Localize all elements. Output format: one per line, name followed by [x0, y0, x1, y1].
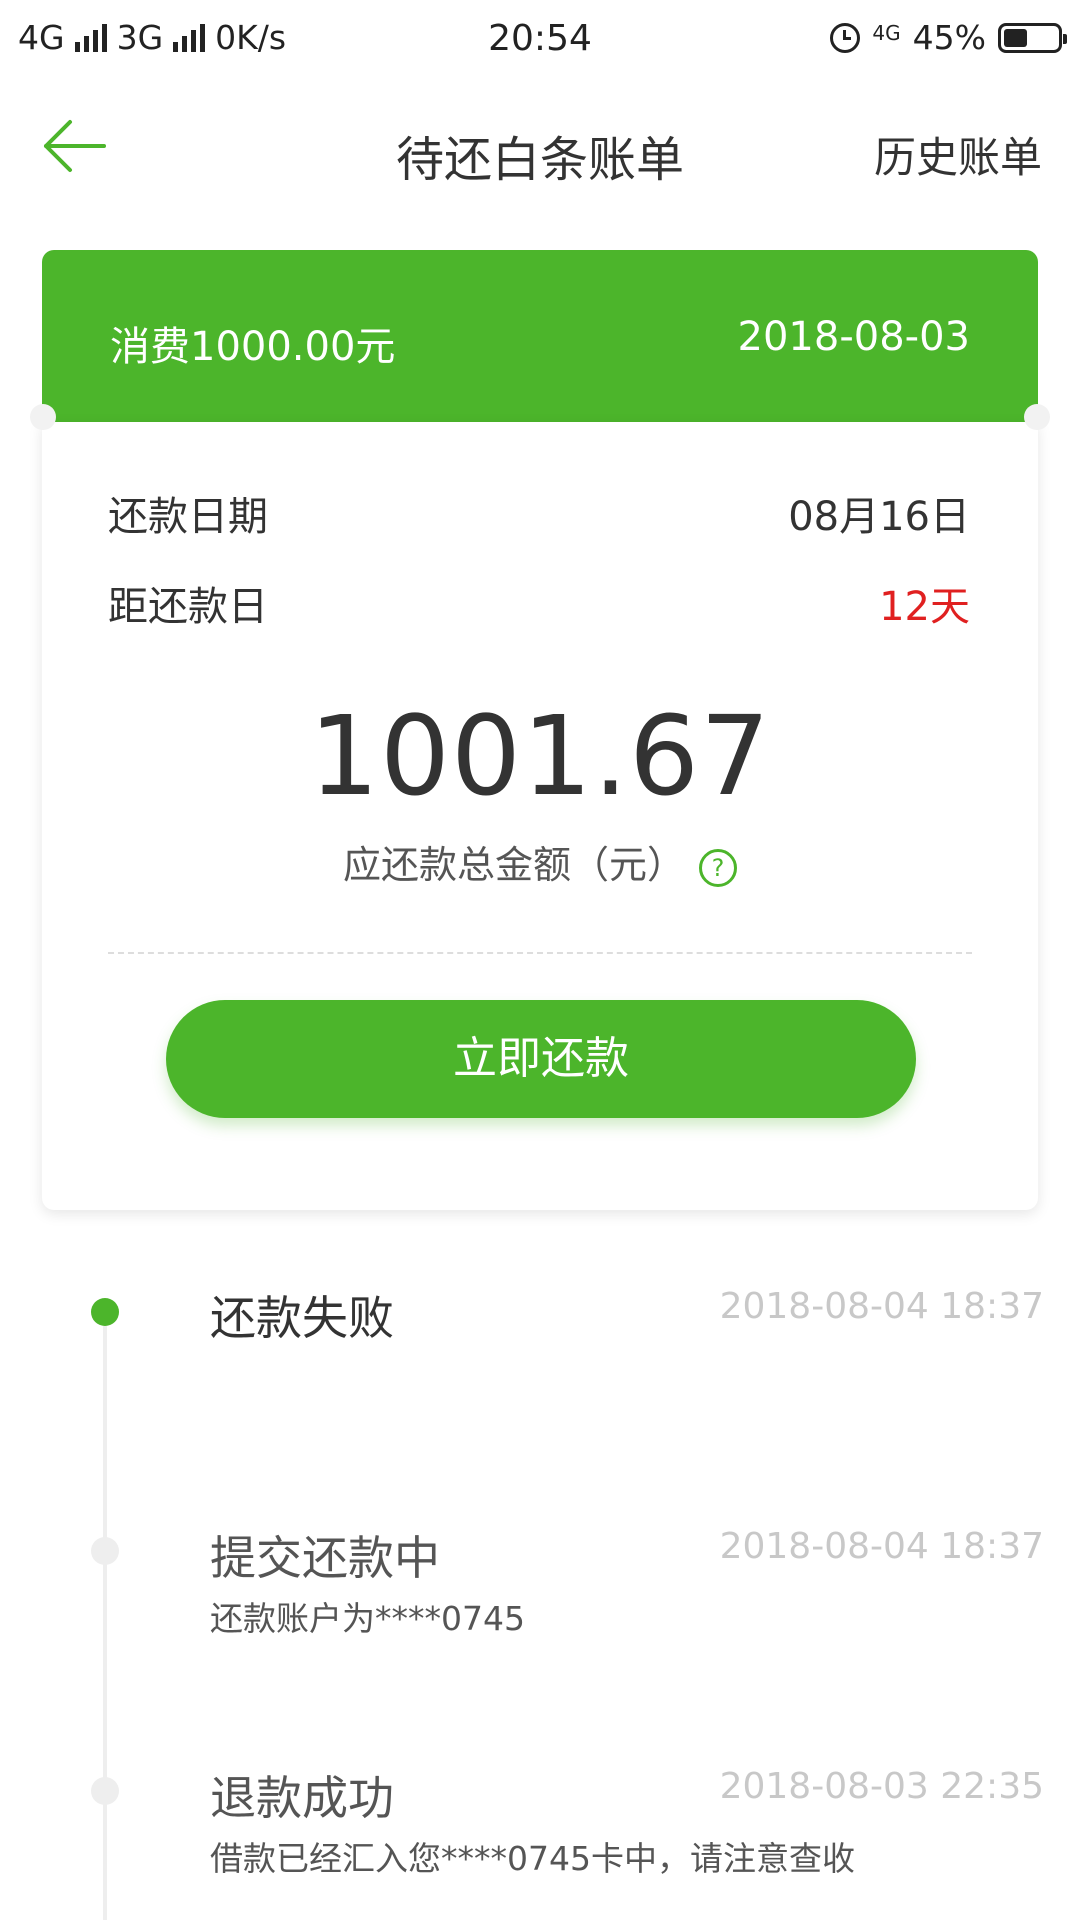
timeline-time: 2018-08-04 18:37 [719, 1286, 1044, 1327]
battery-icon [998, 22, 1067, 53]
timeline-desc: 借款已经汇入您****0745卡中，请注意查收 [210, 1839, 855, 1878]
status-right: 4G 45% [830, 18, 1067, 57]
battery-percent: 45% [912, 18, 986, 57]
timeline-dot [91, 1537, 119, 1565]
bill-card: 还款日期 08月16日 距还款日 12天 1001.67 应还款总金额（元）? … [42, 422, 1038, 1210]
question-circle-icon[interactable]: ? [699, 848, 737, 887]
timeline-time: 2018-08-03 22:35 [719, 1766, 1044, 1807]
card-notch-right [1024, 404, 1050, 430]
bill-banner: 消费1000.00元 2018-08-03 [42, 250, 1038, 422]
amount-label-row: 应还款总金额（元）? [42, 834, 1038, 889]
history-bill-link[interactable]: 历史账单 [874, 124, 1042, 185]
bill-date: 2018-08-03 [737, 314, 970, 360]
timeline-title: 还款失败 [210, 1291, 394, 1345]
days-left-value: 12天 [879, 584, 970, 630]
timeline-title: 退款成功 [210, 1771, 394, 1825]
network-indicator: 4G [872, 20, 901, 45]
repay-date-label: 还款日期 [108, 494, 268, 540]
consume-amount: 消费1000.00元 [110, 324, 396, 370]
header: 待还白条账单 历史账单 [0, 76, 1080, 216]
alarm-icon [830, 22, 861, 53]
timeline-desc: 还款账户为****0745 [210, 1599, 525, 1638]
timeline-line [103, 1310, 107, 1920]
timeline-title: 提交还款中 [210, 1531, 440, 1585]
timeline-dot [91, 1777, 119, 1805]
amount-label: 应还款总金额（元） [342, 843, 685, 887]
repay-date-value: 08月16日 [788, 494, 970, 540]
repay-now-button[interactable]: 立即还款 [166, 1000, 916, 1118]
total-amount: 1001.67 [309, 692, 771, 820]
divider [108, 952, 972, 954]
card-notch-left [30, 404, 56, 430]
status-bar: 4G 3G 0K/s 20:54 4G 45% [0, 0, 1080, 76]
days-left-label: 距还款日 [108, 584, 268, 630]
timeline-dot-active [91, 1298, 119, 1326]
timeline-time: 2018-08-04 18:37 [719, 1526, 1044, 1567]
